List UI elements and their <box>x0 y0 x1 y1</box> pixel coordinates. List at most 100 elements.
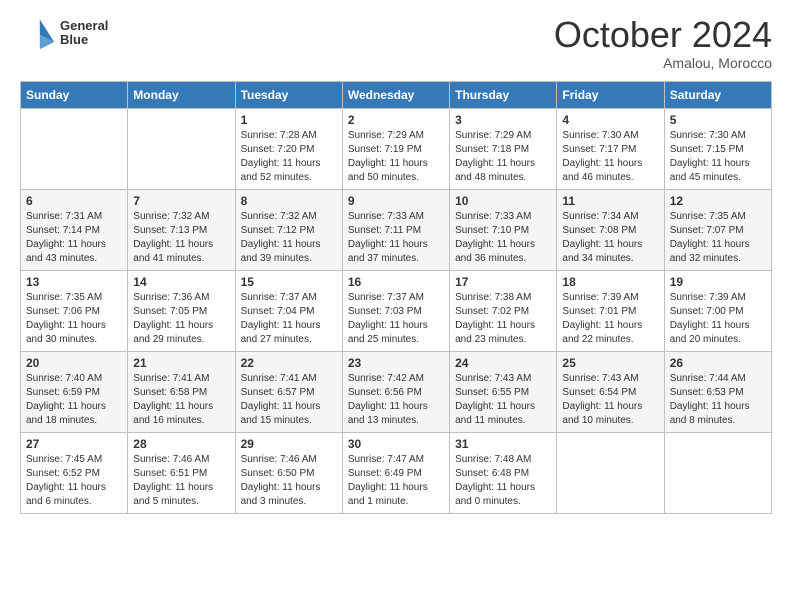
day-number: 10 <box>455 194 551 208</box>
calendar-cell: 21Sunrise: 7:41 AM Sunset: 6:58 PM Dayli… <box>128 351 235 432</box>
day-number: 22 <box>241 356 337 370</box>
calendar-cell: 24 Sunrise: 7:43 AM Sunset: 6:55 PM Dayli… <box>450 351 557 432</box>
calendar-cell: 4 Sunrise: 7:30 AM Sunset: 7:17 PM Daylig… <box>557 108 664 189</box>
day-info: Sunrise: 7:42 AM Sunset: 6:56 PM Dayligh… <box>348 372 444 428</box>
logo-icon <box>20 15 56 51</box>
header-row: SundayMondayTuesdayWednesdayThursdayFrid… <box>21 81 772 108</box>
day-info: Sunrise: 7:41 AM Sunset: 6:58 PM Dayligh… <box>133 372 229 428</box>
calendar-cell: 23 Sunrise: 7:42 AM Sunset: 6:56 PM Dayli… <box>342 351 449 432</box>
day-number: 12 <box>670 194 766 208</box>
day-info: Sunrise: 7:29 AM Sunset: 7:19 PM Dayligh… <box>348 129 444 185</box>
calendar-cell: 15 Sunrise: 7:37 AM Sunset: 7:04 PM Dayli… <box>235 270 342 351</box>
calendar-table: SundayMondayTuesdayWednesdayThursdayFrid… <box>20 81 772 514</box>
week-row: 6Sunrise: 7:31 AM Sunset: 7:14 PM Daylig… <box>21 189 772 270</box>
day-info: Sunrise: 7:30 AM Sunset: 7:17 PM Dayligh… <box>562 129 658 185</box>
calendar-cell: 8Sunrise: 7:32 AM Sunset: 7:12 PM Daylig… <box>235 189 342 270</box>
day-number: 24 <box>455 356 551 370</box>
day-number: 30 <box>348 437 444 451</box>
day-info: Sunrise: 7:48 AM Sunset: 6:48 PM Dayligh… <box>455 453 551 509</box>
day-number: 1 <box>241 113 337 127</box>
day-info: Sunrise: 7:33 AM Sunset: 7:11 PM Dayligh… <box>348 210 444 266</box>
day-number: 23 <box>348 356 444 370</box>
day-info: Sunrise: 7:40 AM Sunset: 6:59 PM Dayligh… <box>26 372 122 428</box>
day-number: 9 <box>348 194 444 208</box>
week-row: 20 Sunrise: 7:40 AM Sunset: 6:59 PM Dayli… <box>21 351 772 432</box>
calendar-cell: 16 Sunrise: 7:37 AM Sunset: 7:03 PM Dayli… <box>342 270 449 351</box>
calendar-cell: 7 Sunrise: 7:32 AM Sunset: 7:13 PM Daylig… <box>128 189 235 270</box>
weekday-header: Monday <box>128 81 235 108</box>
day-info: Sunrise: 7:34 AM Sunset: 7:08 PM Dayligh… <box>562 210 658 266</box>
calendar-cell: 25 Sunrise: 7:43 AM Sunset: 6:54 PM Dayli… <box>557 351 664 432</box>
day-info: Sunrise: 7:47 AM Sunset: 6:49 PM Dayligh… <box>348 453 444 509</box>
page: General Blue October 2024 Amalou, Morocc… <box>0 0 792 529</box>
calendar-cell <box>128 108 235 189</box>
day-info: Sunrise: 7:32 AM Sunset: 7:13 PM Dayligh… <box>133 210 229 266</box>
day-number: 27 <box>26 437 122 451</box>
day-info: Sunrise: 7:43 AM Sunset: 6:55 PM Dayligh… <box>455 372 551 428</box>
day-info: Sunrise: 7:43 AM Sunset: 6:54 PM Dayligh… <box>562 372 658 428</box>
calendar-cell: 6Sunrise: 7:31 AM Sunset: 7:14 PM Daylig… <box>21 189 128 270</box>
day-info: Sunrise: 7:39 AM Sunset: 7:01 PM Dayligh… <box>562 291 658 347</box>
header: General Blue October 2024 Amalou, Morocc… <box>20 15 772 71</box>
day-number: 15 <box>241 275 337 289</box>
calendar-cell: 30 Sunrise: 7:47 AM Sunset: 6:49 PM Dayli… <box>342 432 449 513</box>
calendar-cell: 28 Sunrise: 7:46 AM Sunset: 6:51 PM Dayli… <box>128 432 235 513</box>
day-info: Sunrise: 7:28 AM Sunset: 7:20 PM Dayligh… <box>241 129 337 185</box>
day-info: Sunrise: 7:33 AM Sunset: 7:10 PM Dayligh… <box>455 210 551 266</box>
calendar-cell: 11 Sunrise: 7:34 AM Sunset: 7:08 PM Dayli… <box>557 189 664 270</box>
day-info: Sunrise: 7:37 AM Sunset: 7:04 PM Dayligh… <box>241 291 337 347</box>
day-number: 7 <box>133 194 229 208</box>
day-info: Sunrise: 7:37 AM Sunset: 7:03 PM Dayligh… <box>348 291 444 347</box>
day-info: Sunrise: 7:29 AM Sunset: 7:18 PM Dayligh… <box>455 129 551 185</box>
day-info: Sunrise: 7:35 AM Sunset: 7:06 PM Dayligh… <box>26 291 122 347</box>
calendar-cell: 1 Sunrise: 7:28 AM Sunset: 7:20 PM Daylig… <box>235 108 342 189</box>
calendar-cell: 5Sunrise: 7:30 AM Sunset: 7:15 PM Daylig… <box>664 108 771 189</box>
logo: General Blue <box>20 15 108 51</box>
week-row: 27 Sunrise: 7:45 AM Sunset: 6:52 PM Dayli… <box>21 432 772 513</box>
logo-line1: General <box>60 19 108 33</box>
day-info: Sunrise: 7:45 AM Sunset: 6:52 PM Dayligh… <box>26 453 122 509</box>
day-info: Sunrise: 7:46 AM Sunset: 6:50 PM Dayligh… <box>241 453 337 509</box>
day-number: 16 <box>348 275 444 289</box>
day-info: Sunrise: 7:35 AM Sunset: 7:07 PM Dayligh… <box>670 210 766 266</box>
day-number: 11 <box>562 194 658 208</box>
day-number: 28 <box>133 437 229 451</box>
day-number: 2 <box>348 113 444 127</box>
week-row: 13Sunrise: 7:35 AM Sunset: 7:06 PM Dayli… <box>21 270 772 351</box>
calendar-cell: 13Sunrise: 7:35 AM Sunset: 7:06 PM Dayli… <box>21 270 128 351</box>
calendar-cell: 3 Sunrise: 7:29 AM Sunset: 7:18 PM Daylig… <box>450 108 557 189</box>
title-block: October 2024 Amalou, Morocco <box>554 15 772 71</box>
day-number: 31 <box>455 437 551 451</box>
day-info: Sunrise: 7:41 AM Sunset: 6:57 PM Dayligh… <box>241 372 337 428</box>
day-number: 5 <box>670 113 766 127</box>
weekday-header: Friday <box>557 81 664 108</box>
day-number: 25 <box>562 356 658 370</box>
weekday-header: Tuesday <box>235 81 342 108</box>
day-number: 8 <box>241 194 337 208</box>
weekday-header: Sunday <box>21 81 128 108</box>
calendar-cell: 18 Sunrise: 7:39 AM Sunset: 7:01 PM Dayli… <box>557 270 664 351</box>
day-number: 19 <box>670 275 766 289</box>
day-number: 20 <box>26 356 122 370</box>
logo-line2: Blue <box>60 33 108 47</box>
day-info: Sunrise: 7:44 AM Sunset: 6:53 PM Dayligh… <box>670 372 766 428</box>
day-number: 18 <box>562 275 658 289</box>
day-info: Sunrise: 7:46 AM Sunset: 6:51 PM Dayligh… <box>133 453 229 509</box>
day-number: 14 <box>133 275 229 289</box>
day-info: Sunrise: 7:36 AM Sunset: 7:05 PM Dayligh… <box>133 291 229 347</box>
calendar-cell: 2 Sunrise: 7:29 AM Sunset: 7:19 PM Daylig… <box>342 108 449 189</box>
weekday-header: Wednesday <box>342 81 449 108</box>
calendar-cell: 31 Sunrise: 7:48 AM Sunset: 6:48 PM Dayli… <box>450 432 557 513</box>
calendar-cell: 17Sunrise: 7:38 AM Sunset: 7:02 PM Dayli… <box>450 270 557 351</box>
calendar-cell: 9 Sunrise: 7:33 AM Sunset: 7:11 PM Daylig… <box>342 189 449 270</box>
calendar-cell: 22 Sunrise: 7:41 AM Sunset: 6:57 PM Dayli… <box>235 351 342 432</box>
calendar-cell: 20 Sunrise: 7:40 AM Sunset: 6:59 PM Dayli… <box>21 351 128 432</box>
month-title: October 2024 <box>554 15 772 55</box>
day-number: 26 <box>670 356 766 370</box>
logo-text: General Blue <box>60 19 108 48</box>
day-number: 6 <box>26 194 122 208</box>
location: Amalou, Morocco <box>554 55 772 71</box>
week-row: 1 Sunrise: 7:28 AM Sunset: 7:20 PM Daylig… <box>21 108 772 189</box>
day-number: 3 <box>455 113 551 127</box>
day-number: 4 <box>562 113 658 127</box>
